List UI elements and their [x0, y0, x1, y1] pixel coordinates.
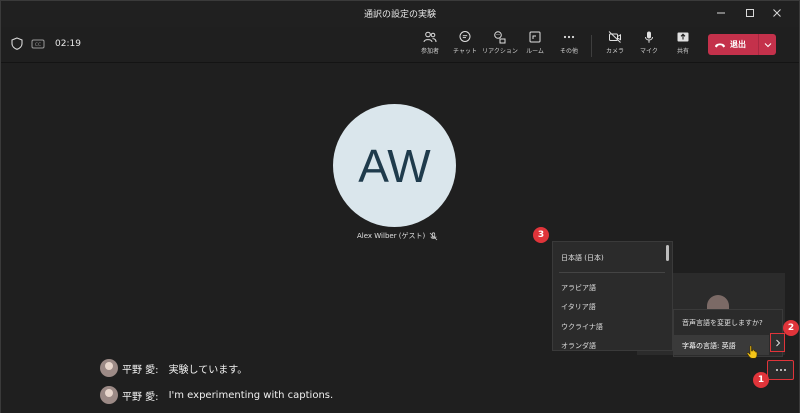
- more-icon: [775, 369, 786, 371]
- meeting-window: 通訳の設定の実験 CC 02:19 参加者 チャット リアクション ルーム その…: [0, 0, 800, 413]
- more-options-label: その他: [559, 48, 578, 55]
- shield-icon[interactable]: [11, 37, 23, 50]
- more-options-button[interactable]: その他: [549, 30, 589, 60]
- language-list-divider: [559, 272, 665, 273]
- caption-speaker: 平野 愛:: [122, 391, 159, 403]
- meeting-info: CC 02:19: [11, 37, 81, 50]
- participant-initials: AW: [358, 139, 431, 192]
- language-list: 日本語 (日本) アラビア語 イタリア語 ウクライナ語 オランダ語: [552, 241, 673, 351]
- step-badge: 1: [753, 372, 769, 388]
- close-icon: [773, 9, 781, 17]
- close-button[interactable]: [767, 4, 787, 22]
- reaction-button[interactable]: リアクション: [480, 30, 520, 60]
- step-badge: 3: [533, 227, 549, 243]
- chevron-down-icon: [764, 42, 771, 47]
- mic-icon: [645, 31, 653, 43]
- chat-button[interactable]: チャット: [445, 30, 485, 60]
- mic-muted-icon: [429, 231, 438, 240]
- chat-icon: [459, 31, 471, 42]
- hand-cursor-icon: [746, 345, 758, 359]
- caption-line: 平野 愛: I'm experimenting with captions.: [100, 386, 333, 404]
- participant-name: Alex Wilber (ゲスト): [357, 232, 426, 240]
- meeting-timer: 02:19: [55, 38, 81, 49]
- minimize-icon: [717, 12, 725, 14]
- participants-icon: [423, 31, 437, 43]
- participant-avatar: AW: [333, 104, 456, 227]
- maximize-icon: [746, 9, 754, 17]
- participants-label: 参加者: [420, 48, 439, 55]
- maximize-button[interactable]: [740, 4, 760, 22]
- caption-text: I'm experimenting with captions.: [168, 389, 334, 401]
- language-selected[interactable]: 日本語 (日本): [561, 253, 604, 263]
- svg-text:CC: CC: [35, 42, 41, 48]
- spoken-language-question[interactable]: 音声言語を変更しますか?: [682, 318, 763, 328]
- share-button[interactable]: 共有: [663, 30, 703, 60]
- leave-label: 退出: [730, 40, 746, 49]
- meeting-stage: AW Alex Wilber (ゲスト) 日本語 (日本) アラビア語 イタリア…: [1, 63, 799, 413]
- toolbar-divider: [591, 35, 592, 57]
- mic-label: マイク: [640, 48, 658, 55]
- step-badge: 2: [783, 320, 799, 336]
- language-item[interactable]: アラビア語: [561, 283, 596, 293]
- phone-hangup-icon: [715, 43, 725, 47]
- language-item[interactable]: ウクライナ語: [561, 322, 603, 332]
- share-icon: [677, 32, 689, 42]
- caption-settings-menu: 音声言語を変更しますか? 字幕の言語: 英語: [673, 309, 783, 357]
- caption-language-expand-button[interactable]: [770, 333, 785, 352]
- reaction-label: リアクション: [482, 48, 518, 55]
- leave-button[interactable]: 退出: [708, 34, 776, 55]
- more-icon: [563, 35, 575, 39]
- leave-dropdown[interactable]: [759, 34, 776, 55]
- speaker-avatar: [100, 386, 118, 404]
- caption-speaker: 平野 愛:: [122, 364, 159, 376]
- title-bar: 通訳の設定の実験: [1, 1, 799, 27]
- chat-label: チャット: [453, 48, 477, 55]
- language-item[interactable]: イタリア語: [561, 302, 596, 312]
- language-item[interactable]: オランダ語: [561, 341, 596, 351]
- language-list-scrollbar[interactable]: [666, 245, 669, 261]
- minimize-button[interactable]: [711, 4, 731, 22]
- reaction-icon: [494, 31, 506, 44]
- participants-button[interactable]: 参加者: [410, 30, 450, 60]
- caption-text: 実験しています。: [168, 364, 248, 376]
- rooms-icon: [529, 31, 541, 43]
- captions-status-icon: CC: [31, 39, 45, 48]
- speaker-avatar: [100, 359, 118, 377]
- window-title: 通訳の設定の実験: [363, 10, 436, 20]
- rooms-label: ルーム: [526, 48, 544, 55]
- camera-off-icon: [608, 31, 621, 43]
- camera-label: カメラ: [605, 48, 624, 55]
- caption-more-button[interactable]: [767, 360, 794, 380]
- share-label: 共有: [676, 48, 689, 55]
- caption-line: 平野 愛: 実験しています。: [100, 359, 247, 377]
- participant-name-tag: Alex Wilber (ゲスト): [357, 231, 438, 241]
- meeting-toolbar: CC 02:19 参加者 チャット リアクション ルーム その他 カメラ マイク…: [1, 27, 799, 63]
- chevron-right-icon: [775, 339, 780, 346]
- leave-main[interactable]: 退出: [708, 34, 758, 55]
